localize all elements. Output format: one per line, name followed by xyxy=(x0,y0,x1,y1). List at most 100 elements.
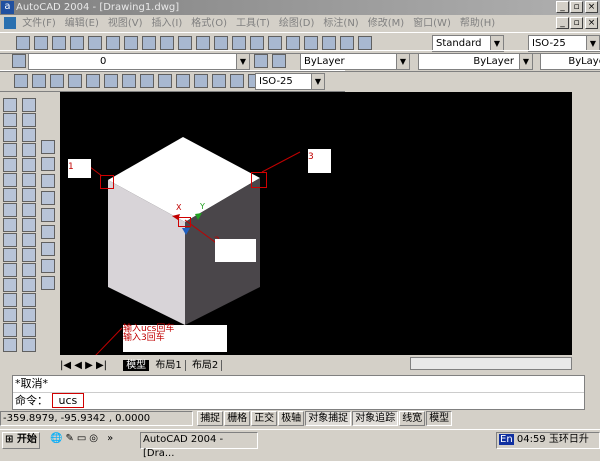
diameter-dim-icon[interactable] xyxy=(85,74,100,88)
draw-tool-icon[interactable] xyxy=(3,98,17,112)
polar-toggle[interactable]: 极轴 xyxy=(278,411,305,426)
modify-tool-icon[interactable] xyxy=(22,128,36,142)
draw-tool-icon[interactable] xyxy=(3,188,17,202)
tolerance-icon[interactable] xyxy=(193,74,208,88)
modify-tool-icon[interactable] xyxy=(22,263,36,277)
design-center-icon[interactable] xyxy=(321,36,336,50)
language-indicator[interactable]: En xyxy=(499,434,514,445)
draw-tool-icon[interactable] xyxy=(3,323,17,337)
doc-maximize-button[interactable]: ▫ xyxy=(570,17,583,29)
menu-modify[interactable]: 修改(M) xyxy=(368,18,404,29)
leader-icon[interactable] xyxy=(175,74,190,88)
command-input[interactable]: ucs xyxy=(51,393,85,408)
chevron-down-icon[interactable]: ▼ xyxy=(490,36,503,51)
modify-tool-icon[interactable] xyxy=(22,308,36,322)
ime-indicator[interactable]: 玉环日升 xyxy=(549,434,589,445)
menu-help[interactable]: 帮助(H) xyxy=(460,18,495,29)
modify-tool-icon[interactable] xyxy=(22,293,36,307)
menu-format[interactable]: 格式(O) xyxy=(191,18,227,29)
make-current-layer-icon[interactable] xyxy=(254,54,268,68)
menu-draw[interactable]: 绘图(D) xyxy=(279,18,315,29)
modify-tool-icon[interactable] xyxy=(22,158,36,172)
menu-file[interactable]: 文件(F) xyxy=(22,18,56,29)
dim-edit-icon[interactable] xyxy=(229,74,244,88)
cut-icon[interactable] xyxy=(123,36,138,50)
3d-tool-icon[interactable] xyxy=(41,242,55,256)
copy-icon[interactable] xyxy=(141,36,156,50)
3d-tool-icon[interactable] xyxy=(41,174,55,188)
center-mark-icon[interactable] xyxy=(211,74,226,88)
3d-tool-icon[interactable] xyxy=(41,208,55,222)
draw-tool-icon[interactable] xyxy=(3,113,17,127)
chevron-down-icon[interactable]: ▼ xyxy=(519,54,532,69)
lineweight-select[interactable]: ByLayer xyxy=(540,53,600,70)
zoom-previous-icon[interactable] xyxy=(285,36,300,50)
angular-dim-icon[interactable] xyxy=(103,74,118,88)
draw-tool-icon[interactable] xyxy=(3,293,17,307)
tab-model[interactable]: 模型 xyxy=(123,360,150,371)
doc-minimize-button[interactable]: _ xyxy=(556,17,569,29)
chevron-down-icon[interactable]: ▼ xyxy=(396,54,409,69)
grid-toggle[interactable]: 栅格 xyxy=(224,411,251,426)
ordinate-dim-icon[interactable] xyxy=(49,74,64,88)
draw-tool-icon[interactable] xyxy=(3,143,17,157)
publish-icon[interactable] xyxy=(105,36,120,50)
print-icon[interactable] xyxy=(69,36,84,50)
quick-launch-icons[interactable]: 🌐✎▭◎ » xyxy=(50,433,116,444)
chevron-down-icon[interactable]: ▼ xyxy=(586,36,599,51)
minimize-button[interactable]: _ xyxy=(556,1,569,13)
modify-tool-icon[interactable] xyxy=(22,113,36,127)
maximize-button[interactable]: ▫ xyxy=(570,1,583,13)
draw-tool-icon[interactable] xyxy=(3,128,17,142)
new-icon[interactable] xyxy=(15,36,30,50)
continue-dim-icon[interactable] xyxy=(157,74,172,88)
tab-layout2[interactable]: 布局2 xyxy=(188,360,223,371)
lineweight-toggle[interactable]: 线宽 xyxy=(399,411,426,426)
radius-dim-icon[interactable] xyxy=(67,74,82,88)
menu-insert[interactable]: 插入(I) xyxy=(152,18,183,29)
modify-tool-icon[interactable] xyxy=(22,143,36,157)
zoom-realtime-icon[interactable] xyxy=(249,36,264,50)
properties-icon[interactable] xyxy=(303,36,318,50)
modify-tool-icon[interactable] xyxy=(22,233,36,247)
modify-tool-icon[interactable] xyxy=(22,173,36,187)
layer-manager-icon[interactable] xyxy=(12,54,26,68)
otrack-toggle[interactable]: 对象追踪 xyxy=(352,411,399,426)
menu-edit[interactable]: 编辑(E) xyxy=(65,18,99,29)
linear-dim-icon[interactable] xyxy=(13,74,28,88)
linetype-select[interactable]: ByLayer ▼ xyxy=(418,53,533,70)
modify-tool-icon[interactable] xyxy=(22,338,36,352)
dim-style-select-2[interactable]: ISO-25 ▼ xyxy=(255,73,325,90)
snap-toggle[interactable]: 捕捉 xyxy=(197,411,224,426)
drawing-canvas[interactable]: X Y 1 3 2 输入ucs回车 输入3回车 xyxy=(60,92,585,355)
3d-tool-icon[interactable] xyxy=(41,225,55,239)
menu-window[interactable]: 窗口(W) xyxy=(413,18,451,29)
open-icon[interactable] xyxy=(33,36,48,50)
draw-tool-icon[interactable] xyxy=(3,218,17,232)
zoom-window-icon[interactable] xyxy=(267,36,282,50)
draw-tool-icon[interactable] xyxy=(3,158,17,172)
close-button[interactable]: × xyxy=(585,1,598,13)
taskbar-autocad-button[interactable]: AutoCAD 2004 - [Dra... xyxy=(140,432,258,459)
chevron-down-icon[interactable]: ▼ xyxy=(311,74,324,89)
3d-tool-icon[interactable] xyxy=(41,259,55,273)
modify-tool-icon[interactable] xyxy=(22,98,36,112)
tool-palettes-icon[interactable] xyxy=(339,36,354,50)
3d-tool-icon[interactable] xyxy=(41,191,55,205)
color-select[interactable]: ByLayer ▼ xyxy=(300,53,410,70)
pan-icon[interactable] xyxy=(231,36,246,50)
redo-icon[interactable] xyxy=(213,36,228,50)
draw-tool-icon[interactable] xyxy=(3,308,17,322)
ortho-toggle[interactable]: 正交 xyxy=(251,411,278,426)
draw-tool-icon[interactable] xyxy=(3,203,17,217)
draw-tool-icon[interactable] xyxy=(3,263,17,277)
3d-tool-icon[interactable] xyxy=(41,157,55,171)
modify-tool-icon[interactable] xyxy=(22,323,36,337)
chevron-down-icon[interactable]: ▼ xyxy=(236,54,249,69)
modify-tool-icon[interactable] xyxy=(22,218,36,232)
preview-icon[interactable] xyxy=(87,36,102,50)
match-properties-icon[interactable] xyxy=(177,36,192,50)
draw-tool-icon[interactable] xyxy=(3,173,17,187)
save-icon[interactable] xyxy=(51,36,66,50)
modify-tool-icon[interactable] xyxy=(22,248,36,262)
